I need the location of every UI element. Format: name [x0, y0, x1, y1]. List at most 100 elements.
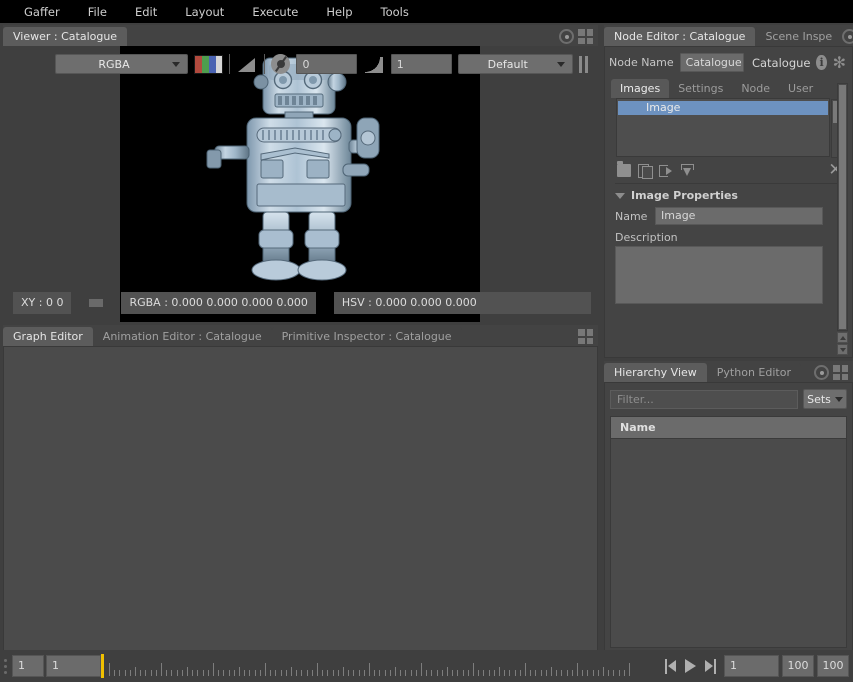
gear-icon[interactable]: ✻ [833, 55, 846, 71]
scrollbar-thumb[interactable] [839, 85, 846, 329]
filter-input[interactable]: Filter... [610, 390, 798, 409]
tab-primitive-inspector[interactable]: Primitive Inspector : Catalogue [272, 327, 462, 346]
scroll-up-button[interactable] [837, 332, 848, 343]
timeline-tick [171, 670, 172, 676]
menu-item-layout[interactable]: Layout [171, 3, 238, 21]
timeline-tick [457, 670, 458, 676]
timeline-tick [177, 670, 178, 676]
current-frame-input[interactable]: 1 [46, 655, 101, 677]
column-header-name[interactable]: Name [611, 417, 846, 439]
viewer-body: RGBA 0 1 [3, 46, 598, 322]
clipping-warning-icon[interactable] [236, 55, 258, 74]
timeline-ruler[interactable] [101, 653, 655, 679]
pause-icon[interactable] [579, 56, 588, 73]
menu-item-file[interactable]: File [74, 3, 121, 21]
chevron-down-icon [172, 62, 180, 67]
hierarchy-controls: Filter... Sets [610, 389, 847, 409]
timeline-tick [291, 667, 292, 676]
timeline-tick [213, 663, 214, 676]
pin-icon[interactable] [559, 29, 574, 44]
skip-to-end-icon[interactable] [703, 659, 716, 674]
hierarchy-table[interactable]: Name [610, 416, 847, 648]
tab-settings[interactable]: Settings [669, 79, 732, 98]
tab-graph-editor[interactable]: Graph Editor [3, 327, 93, 346]
grid-cell [578, 29, 585, 36]
pin-icon[interactable] [842, 29, 853, 44]
node-graph-canvas[interactable]: SceneReader Camera Scene_environment_gaf… [3, 346, 598, 656]
menu-item-gaffer[interactable]: Gaffer [10, 3, 74, 21]
image-name-input[interactable]: Image [655, 207, 823, 225]
sets-dropdown[interactable]: Sets [803, 389, 847, 409]
tab-images[interactable]: Images [611, 79, 669, 98]
playhead[interactable] [101, 654, 104, 678]
display-transform-select[interactable]: Default [458, 54, 573, 74]
swatch-red [195, 56, 202, 73]
timeline-tick [208, 670, 209, 676]
viewer-toolbar: RGBA 0 1 [3, 50, 598, 78]
timeline-tick [301, 670, 302, 676]
exposure-input[interactable]: 0 [296, 54, 357, 74]
description-textarea[interactable] [615, 246, 823, 304]
layout-grid-icon[interactable] [578, 329, 593, 344]
node-editor-scrollbar[interactable] [837, 83, 848, 331]
timeline-tick [307, 670, 308, 676]
menu-item-edit[interactable]: Edit [121, 3, 171, 21]
timeline-tick [567, 670, 568, 676]
tab-scene-inspector[interactable]: Scene Inspe [755, 27, 842, 46]
channel-select-value: RGBA [56, 58, 172, 71]
pin-icon[interactable] [814, 365, 829, 380]
menu-item-help[interactable]: Help [312, 3, 366, 21]
frame-input[interactable]: 1 [724, 655, 779, 677]
start-frame-input[interactable]: 1 [12, 655, 44, 677]
channel-swatches-icon[interactable] [194, 55, 223, 74]
tab-animation-editor[interactable]: Animation Editor : Catalogue [93, 327, 272, 346]
tab-node-editor[interactable]: Node Editor : Catalogue [604, 27, 755, 46]
menu-item-execute[interactable]: Execute [238, 3, 312, 21]
timeline-tick [442, 670, 443, 676]
timeline-tick [182, 670, 183, 676]
extract-icon[interactable] [680, 164, 694, 177]
gamma-curve-icon[interactable] [363, 55, 385, 74]
image-list[interactable]: Image [616, 98, 830, 157]
timeline-tick [369, 663, 370, 676]
layout-grid-icon[interactable] [578, 29, 593, 44]
export-icon[interactable] [659, 164, 673, 177]
gamma-input[interactable]: 1 [391, 54, 452, 74]
grid-cell [833, 365, 840, 372]
channel-select[interactable]: RGBA [55, 54, 188, 74]
swatch-blue [209, 56, 216, 73]
timeline-tick [421, 663, 422, 676]
aperture-exposure-icon[interactable] [271, 54, 291, 74]
drag-handle[interactable] [2, 655, 12, 677]
chevron-down-icon[interactable] [615, 193, 625, 199]
list-item[interactable]: Image [618, 101, 828, 115]
grid-cell [587, 38, 594, 45]
end-frame-input[interactable]: 100 [782, 655, 814, 677]
tab-hierarchy-view[interactable]: Hierarchy View [604, 363, 707, 382]
info-icon[interactable]: i [816, 55, 826, 70]
duplicate-icon[interactable] [638, 164, 652, 177]
timeline-tick [244, 670, 245, 676]
folder-icon[interactable] [617, 164, 631, 177]
image-properties-header[interactable]: Image Properties [605, 184, 852, 205]
scroll-down-button[interactable] [837, 344, 848, 355]
robot-render-image [205, 54, 395, 314]
image-canvas[interactable] [120, 46, 480, 322]
menu-item-tools[interactable]: Tools [367, 3, 423, 21]
timeline-tick [197, 670, 198, 676]
timeline-tick [140, 670, 141, 676]
play-icon[interactable] [684, 659, 697, 674]
timeline-tick [203, 670, 204, 676]
timeline-tick [343, 667, 344, 676]
tab-node[interactable]: Node [732, 79, 779, 98]
timeline-tick [561, 670, 562, 676]
tab-user[interactable]: User [779, 79, 822, 98]
range-end-input[interactable]: 100 [817, 655, 849, 677]
skip-to-start-icon[interactable] [665, 659, 678, 674]
layout-grid-icon[interactable] [833, 365, 848, 380]
node-name-input[interactable]: Catalogue [680, 53, 744, 72]
tab-python-editor[interactable]: Python Editor [707, 363, 801, 382]
timeline-tick [416, 670, 417, 676]
tab-viewer-catalogue[interactable]: Viewer : Catalogue [3, 27, 127, 46]
grid-cell [833, 374, 840, 381]
